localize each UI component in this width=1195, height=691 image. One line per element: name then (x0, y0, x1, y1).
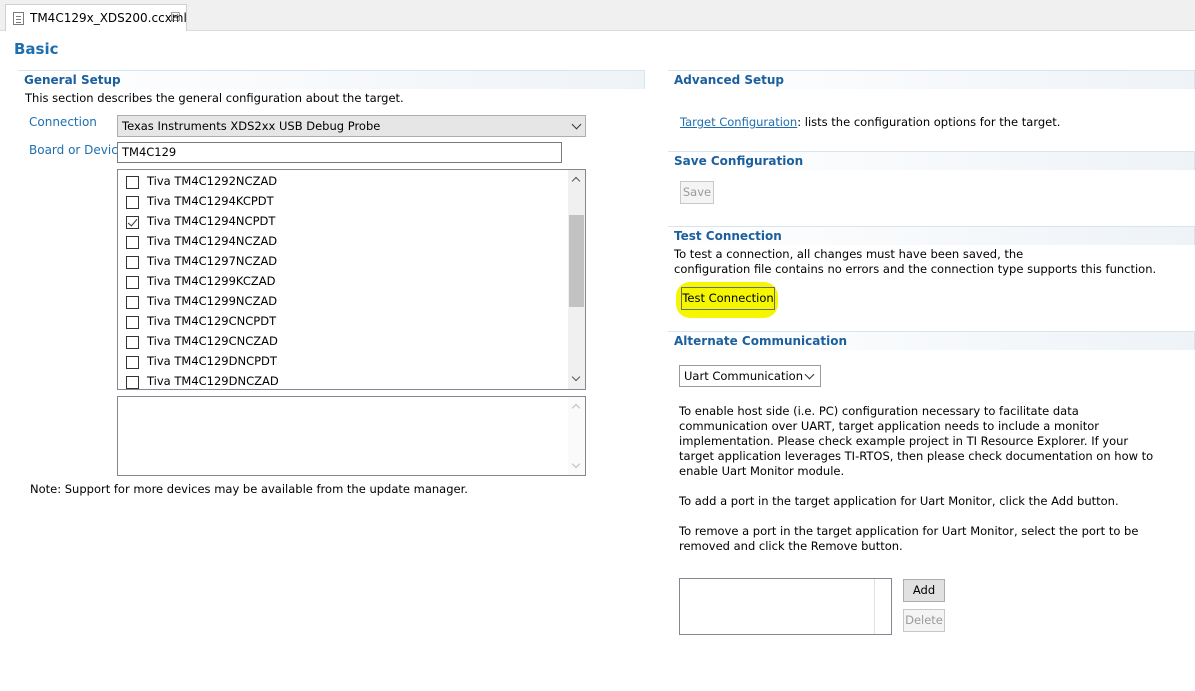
device-label: Tiva TM4C1299NCZAD (147, 294, 278, 308)
alternate-communication-header: Alternate Communication (668, 331, 1195, 350)
scroll-up-icon[interactable] (571, 176, 581, 186)
add-port-instructions: To add a port in the target application … (679, 494, 1119, 508)
device-label: Tiva TM4C1299KCZAD (147, 274, 276, 288)
checkbox[interactable] (126, 296, 139, 309)
general-setup-description: This section describes the general confi… (25, 91, 404, 105)
device-list-scrollbar[interactable] (568, 170, 585, 389)
board-label: Board or Device (29, 143, 126, 157)
scroll-down-icon[interactable] (571, 372, 581, 382)
device-label: Tiva TM4C1297NCZAD (147, 254, 278, 268)
board-input[interactable]: TM4C129 (117, 142, 562, 163)
checkbox-checked[interactable] (126, 216, 139, 229)
remove-port-instructions: To remove a port in the target applicati… (679, 524, 1138, 554)
test-connection-line1: To test a connection, all changes must h… (674, 247, 1024, 261)
target-configuration-link[interactable]: Target Configuration (680, 115, 797, 129)
port-list[interactable] (679, 578, 892, 635)
test-connection-header: Test Connection (668, 226, 1195, 245)
device-list[interactable]: Tiva TM4C1292NCZAD Tiva TM4C1294KCPDT Tiva… (117, 169, 586, 390)
file-icon (13, 12, 24, 25)
communication-select[interactable]: Uart Communication (679, 365, 821, 387)
checkbox[interactable] (126, 196, 139, 209)
uart-description-line: implementation. Please check example pro… (679, 434, 1129, 448)
device-label: Tiva TM4C129CNCZAD (147, 334, 278, 348)
port-list-divider (874, 579, 875, 634)
checkbox[interactable] (126, 176, 139, 189)
remove-port-instructions-line: To remove a port in the target applicati… (679, 524, 1139, 538)
checkbox[interactable] (126, 356, 139, 369)
update-manager-note: Note: Support for more devices may be av… (30, 482, 468, 496)
uart-description: To enable host side (i.e. PC) configurat… (679, 404, 1153, 479)
scroll-up-icon[interactable] (571, 403, 581, 413)
page-title: Basic (14, 40, 59, 58)
save-button[interactable]: Save (680, 181, 714, 204)
general-setup-header: General Setup (18, 70, 645, 89)
add-button[interactable]: Add (903, 579, 945, 602)
chevron-down-icon (804, 369, 815, 380)
editor-tab[interactable]: TM4C129x_XDS200.ccxml ☒ (5, 4, 187, 31)
scroll-down-icon[interactable] (571, 459, 581, 469)
chevron-down-icon (571, 119, 582, 130)
connection-value: Texas Instruments XDS2xx USB Debug Probe (122, 119, 381, 133)
tab-title: TM4C129x_XDS200.ccxml (30, 11, 187, 25)
remove-port-instructions-line: removed and click the Remove button. (679, 539, 903, 553)
advanced-setup-suffix: : lists the configuration options for th… (797, 115, 1061, 129)
save-configuration-header: Save Configuration (668, 151, 1195, 170)
test-connection-button[interactable]: Test Connection (681, 287, 775, 310)
device-label: Tiva TM4C129DNCZAD (147, 374, 279, 388)
uart-description-line: target application leverages TI-RTOS, th… (679, 449, 1154, 463)
advanced-setup-header: Advanced Setup (668, 70, 1195, 89)
device-label: Tiva TM4C1294KCPDT (147, 194, 274, 208)
communication-value: Uart Communication (684, 369, 803, 383)
device-label: Tiva TM4C129DNCPDT (147, 354, 277, 368)
advanced-setup-text: Target Configuration: lists the configur… (680, 115, 1060, 129)
board-value: TM4C129 (122, 145, 177, 159)
uart-description-line: enable Uart Monitor module. (679, 464, 845, 478)
checkbox[interactable] (126, 256, 139, 269)
uart-description-line: To enable host side (i.e. PC) configurat… (679, 404, 1079, 418)
checkbox[interactable] (126, 236, 139, 249)
scroll-thumb[interactable] (569, 215, 584, 307)
connection-select[interactable]: Texas Instruments XDS2xx USB Debug Probe (117, 115, 586, 137)
uart-description-line: communication over UART, target applicat… (679, 419, 1099, 433)
device-label: Tiva TM4C1294NCPDT (147, 214, 276, 228)
checkbox[interactable] (126, 316, 139, 329)
device-description-box[interactable] (117, 396, 586, 476)
delete-button[interactable]: Delete (903, 609, 945, 632)
connection-label: Connection (29, 115, 97, 129)
checkbox[interactable] (126, 376, 139, 389)
device-label: Tiva TM4C1292NCZAD (147, 174, 278, 188)
device-label: Tiva TM4C129CNCPDT (147, 314, 277, 328)
test-connection-line2: configuration file contains no errors an… (674, 262, 1157, 276)
checkbox[interactable] (126, 276, 139, 289)
description-scrollbar[interactable] (568, 397, 585, 475)
device-label: Tiva TM4C1294NCZAD (147, 234, 278, 248)
close-icon[interactable]: ☒ (170, 10, 181, 24)
checkbox[interactable] (126, 336, 139, 349)
